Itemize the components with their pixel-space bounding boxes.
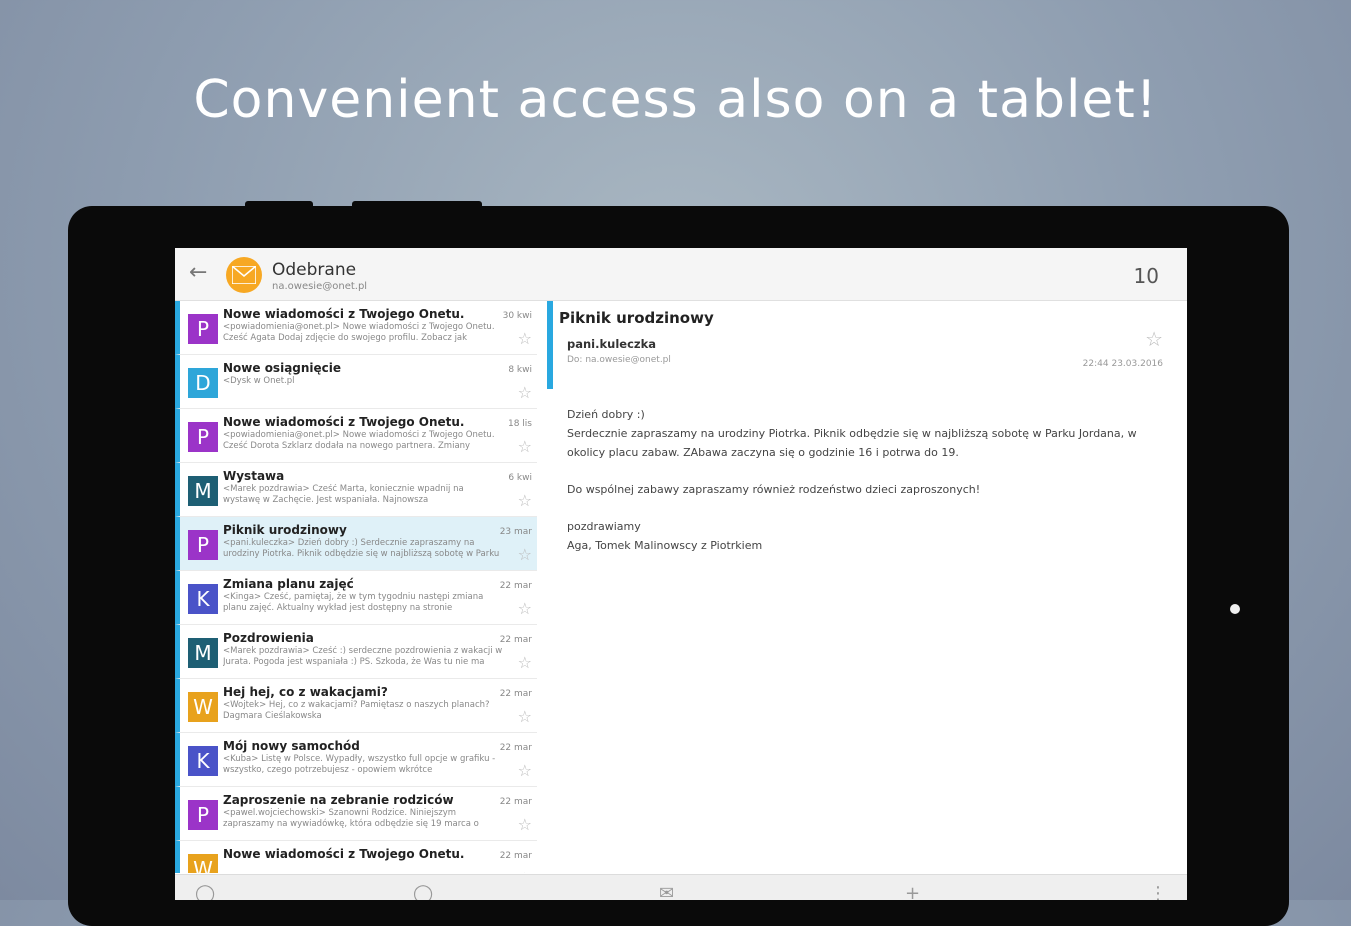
email-list: P Nowe wiadomości z Twojego Onetu. <powiad…	[175, 301, 537, 873]
sender-avatar: P	[188, 314, 218, 344]
email-list-item[interactable]: D Nowe osiągnięcie <Dysk w Onet.pl 8 kwi ☆	[175, 355, 537, 409]
email-list-item[interactable]: P Piknik urodzinowy <pani.kuleczka> Dzień …	[175, 517, 537, 571]
email-subject: Nowe wiadomości z Twojego Onetu.	[223, 307, 465, 321]
bottom-toolbar: ◯ ◯ ✉ + ⋮	[175, 874, 1187, 900]
reading-pane: Piknik urodzinowy pani.kuleczka Do: na.o…	[559, 301, 1171, 873]
envelope-icon	[232, 266, 256, 284]
reader-accent-bar	[547, 301, 553, 389]
star-icon[interactable]: ☆	[518, 383, 532, 402]
reader-datetime: 22:44 23.03.2016	[1082, 359, 1163, 369]
sender-avatar: M	[188, 638, 218, 668]
email-date: 22 mar	[499, 635, 532, 645]
email-preview: <powiadomienia@onet.pl> Nowe wiadomości …	[223, 322, 495, 343]
email-subject: Zmiana planu zajęć	[223, 577, 354, 591]
reader-body: Dzień dobry :) Serdecznie zapraszamy na …	[567, 405, 1163, 573]
star-icon[interactable]: ☆	[518, 329, 532, 348]
body-signature: Aga, Tomek Malinowscy z Piotrkiem	[567, 539, 763, 552]
folder-title: Odebrane	[272, 260, 357, 280]
star-icon[interactable]: ☆	[518, 761, 532, 780]
email-subject: Piknik urodzinowy	[223, 523, 347, 537]
email-list-item[interactable]: K Mój nowy samochód <Kuba> Listę w Polsce.…	[175, 733, 537, 787]
reader-recipient: Do: na.owesie@onet.pl	[567, 355, 671, 365]
email-preview: <Marek pozdrawia> Cześć Marta, konieczni…	[223, 484, 464, 505]
email-date: 22 mar	[499, 689, 532, 699]
star-icon[interactable]: ☆	[518, 653, 532, 672]
sender-avatar: W	[188, 854, 218, 873]
email-subject: Wystawa	[223, 469, 285, 483]
email-list-item[interactable]: P Nowe wiadomości z Twojego Onetu. <powiad…	[175, 409, 537, 463]
email-date: 22 mar	[499, 743, 532, 753]
star-icon[interactable]: ☆	[518, 599, 532, 618]
email-subject: Pozdrowienia	[223, 631, 314, 645]
star-icon[interactable]: ☆	[518, 437, 532, 456]
mail-logo-icon	[226, 257, 262, 293]
email-preview: <pawel.wojciechowski> Szanowni Rodzice. …	[223, 808, 479, 829]
reader-subject: Piknik urodzinowy	[559, 309, 714, 327]
more-icon[interactable]: ⋮	[1149, 883, 1167, 900]
account-email: na.owesie@onet.pl	[272, 281, 368, 292]
email-preview	[223, 862, 503, 873]
email-list-item[interactable]: W Hej hej, co z wakacjami? <Wojtek> Hej, c…	[175, 679, 537, 733]
headline: Convenient access also on a tablet!	[193, 70, 1158, 130]
email-date: 22 mar	[499, 851, 532, 861]
star-icon[interactable]: ☆	[518, 869, 532, 873]
star-icon[interactable]: ☆	[1145, 327, 1163, 351]
app-bar: ← Odebrane na.owesie@onet.pl 10	[175, 248, 1187, 301]
email-preview: <Kuba> Listę w Polsce. Wypadły, wszystko…	[223, 754, 496, 775]
sender-avatar: W	[188, 692, 218, 722]
email-date: 18 lis	[507, 419, 532, 429]
email-subject: Zaproszenie na zebranie rodziców	[223, 793, 454, 807]
sender-avatar: P	[188, 422, 218, 452]
email-preview: <Dysk w Onet.pl	[223, 376, 295, 386]
reader-sender[interactable]: pani.kuleczka	[567, 337, 656, 351]
email-subject: Nowe wiadomości z Twojego Onetu.	[223, 415, 465, 429]
star-icon[interactable]: ☆	[518, 815, 532, 834]
star-icon[interactable]: ☆	[518, 707, 532, 726]
email-date: 8 kwi	[508, 365, 532, 375]
email-subject: Nowe wiadomości z Twojego Onetu.	[223, 847, 465, 861]
email-date: 6 kwi	[508, 473, 532, 483]
email-subject: Hej hej, co z wakacjami?	[223, 685, 388, 699]
email-subject: Mój nowy samochód	[223, 739, 360, 753]
sender-avatar: K	[188, 746, 218, 776]
body-paragraph: Serdecznie zapraszamy na urodziny Piotrk…	[567, 427, 1137, 459]
email-preview: <Kinga> Cześć, pamiętaj, że w tym tygodn…	[223, 592, 484, 613]
email-date: 23 mar	[499, 527, 532, 537]
back-arrow-icon[interactable]: ←	[189, 260, 207, 285]
email-date: 30 kwi	[502, 311, 532, 321]
email-date: 22 mar	[499, 581, 532, 591]
email-preview: <Wojtek> Hej, co z wakacjami? Pamiętasz …	[223, 700, 490, 721]
camera-dot	[1230, 604, 1240, 614]
email-list-item[interactable]: K Zmiana planu zajęć <Kinga> Cześć, pamięt…	[175, 571, 537, 625]
sender-avatar: P	[188, 530, 218, 560]
compose-mail-icon[interactable]: ✉	[659, 883, 674, 900]
body-closing: pozdrawiamy	[567, 520, 641, 533]
tablet-screen: ← Odebrane na.owesie@onet.pl 10 P Nowe wi…	[175, 248, 1187, 900]
email-list-item[interactable]: P Zaproszenie na zebranie rodziców <pawel.…	[175, 787, 537, 841]
email-list-item[interactable]: W Nowe wiadomości z Twojego Onetu. 22 mar ☆	[175, 841, 537, 873]
message-count: 10	[1133, 264, 1159, 288]
add-icon[interactable]: +	[905, 883, 920, 900]
refresh-icon[interactable]: ◯	[195, 883, 215, 900]
email-preview: <pani.kuleczka> Dzień dobry :) Serdeczni…	[223, 538, 500, 559]
star-icon[interactable]: ☆	[518, 491, 532, 510]
email-preview: <Marek pozdrawia> Cześć :) serdeczne poz…	[223, 646, 503, 667]
star-icon[interactable]: ☆	[518, 545, 532, 564]
search-icon[interactable]: ◯	[413, 883, 433, 900]
email-list-item[interactable]: M Wystawa <Marek pozdrawia> Cześć Marta, k…	[175, 463, 537, 517]
body-paragraph: Do wspólnej zabawy zapraszamy również ro…	[567, 483, 981, 496]
sender-avatar: P	[188, 800, 218, 830]
email-subject: Nowe osiągnięcie	[223, 361, 342, 375]
email-list-item[interactable]: M Pozdrowienia <Marek pozdrawia> Cześć :) …	[175, 625, 537, 679]
sender-avatar: K	[188, 584, 218, 614]
email-list-item[interactable]: P Nowe wiadomości z Twojego Onetu. <powiad…	[175, 301, 537, 355]
sender-avatar: M	[188, 476, 218, 506]
email-date: 22 mar	[499, 797, 532, 807]
email-preview: <powiadomienia@onet.pl> Nowe wiadomości …	[223, 430, 495, 451]
sender-avatar: D	[188, 368, 218, 398]
body-greeting: Dzień dobry :)	[567, 408, 645, 421]
